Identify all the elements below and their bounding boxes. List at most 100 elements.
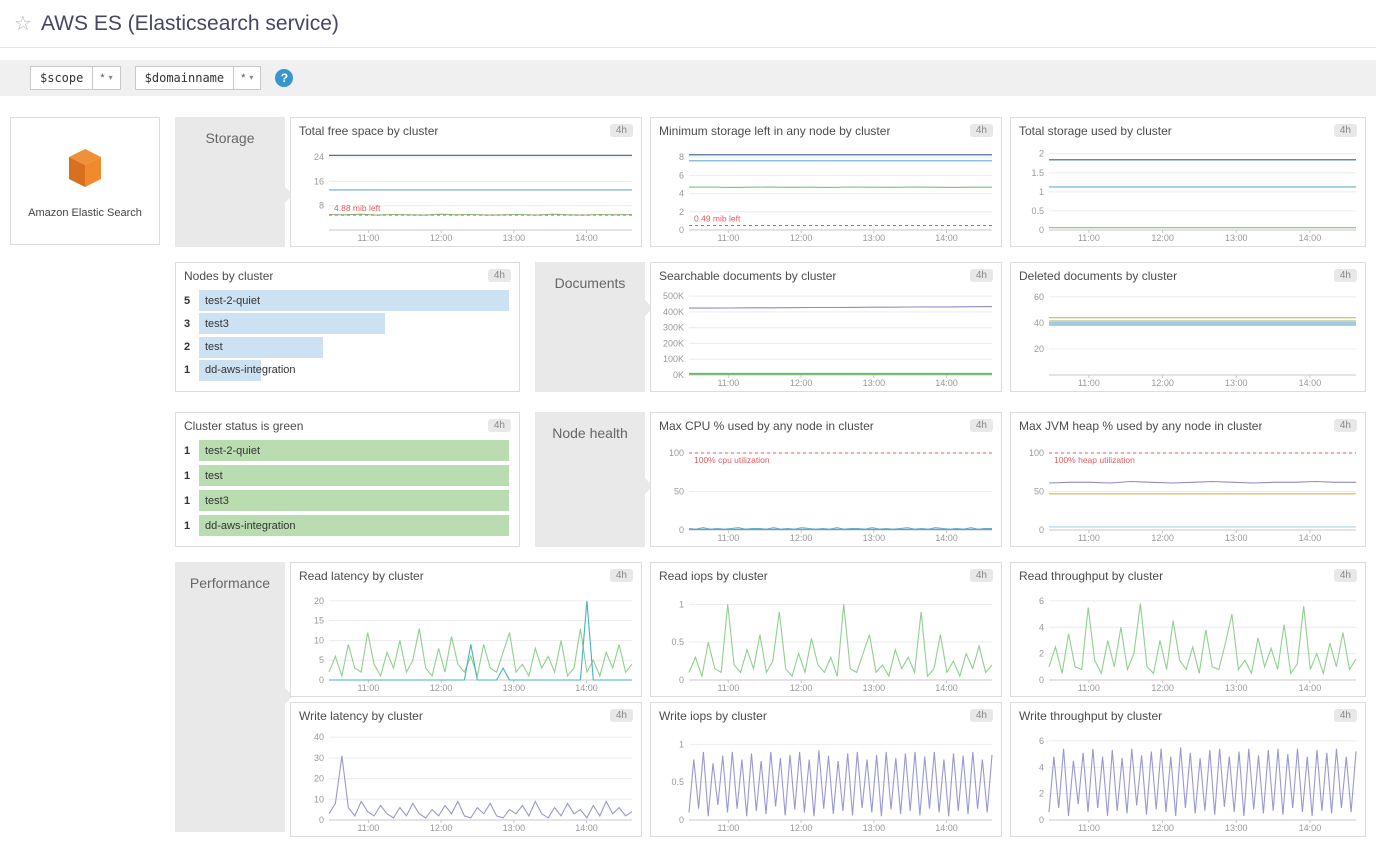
chart-plot-area[interactable]: 8162411:0012:0013:0014:004.88 mib left (295, 142, 637, 243)
toplist-row[interactable]: 2test (184, 337, 509, 358)
toplist-label: dd-aws-integration (205, 364, 296, 376)
template-var-domainname-name[interactable]: $domainname (135, 66, 234, 90)
chart-plot-area[interactable]: 20406011:0012:0013:0014:00 (1015, 287, 1361, 388)
svg-text:14:00: 14:00 (1299, 823, 1322, 833)
time-range-badge: 4h (970, 419, 993, 432)
time-range-badge: 4h (1334, 709, 1357, 722)
template-var-scope-dropdown[interactable]: * ▾ (93, 66, 120, 90)
svg-text:0: 0 (1039, 525, 1044, 535)
svg-text:2: 2 (1039, 789, 1044, 799)
toplist-bar-track: test (199, 337, 509, 358)
toplist-value: 1 (184, 520, 199, 532)
toplist-row[interactable]: 3 test3 (184, 313, 509, 334)
template-var-domainname-dropdown[interactable]: * ▾ (234, 66, 261, 90)
svg-text:8: 8 (679, 152, 684, 162)
toplist-label: test-2-quiet (205, 445, 260, 457)
svg-text:200K: 200K (663, 338, 684, 348)
favorite-star-icon[interactable]: ☆ (14, 11, 32, 36)
toplist-row[interactable]: 5test-2-quiet (184, 290, 509, 311)
time-range-badge: 4h (610, 124, 633, 137)
chart-plot-area[interactable]: 00.5111:0012:0013:0014:00 (655, 727, 997, 833)
chart-plot-area[interactable]: 01020304011:0012:0013:0014:00 (295, 727, 637, 833)
toplist-area[interactable]: 5test-2-quiet 3 test3 2test1dd-aws-integrat… (184, 290, 509, 381)
chart-title: Total free space by cluster (299, 124, 438, 138)
time-range-badge: 4h (970, 569, 993, 582)
chart-title: Read iops by cluster (659, 569, 768, 583)
toplist-row[interactable]: 1test-2-quiet (184, 440, 509, 461)
group-label-text: Node health (535, 425, 645, 441)
toplist-value: 1 (184, 470, 199, 482)
svg-text:20: 20 (314, 774, 324, 784)
chart-plot-area[interactable]: 05010011:0012:0013:0014:00100% cpu utili… (655, 437, 997, 543)
svg-text:13:00: 13:00 (503, 823, 526, 833)
chart-write-throughput: Write throughput by cluster4h 024611:001… (1010, 702, 1366, 837)
svg-text:0: 0 (1039, 675, 1044, 685)
time-range-badge: 4h (1334, 569, 1357, 582)
toplist-row[interactable]: 1test (184, 465, 509, 486)
toplist-value: 1 (184, 495, 199, 507)
svg-text:0.5: 0.5 (1031, 206, 1044, 216)
timeseries-svg: 05010011:0012:0013:0014:00100% cpu utili… (655, 437, 997, 543)
time-range-badge: 4h (1334, 124, 1357, 137)
chart-plot-area[interactable]: 0246811:0012:0013:0014:000.49 mib left (655, 142, 997, 243)
svg-text:12:00: 12:00 (790, 378, 813, 388)
group-label-documents: Documents (535, 262, 645, 392)
svg-text:2: 2 (1039, 149, 1044, 159)
chart-plot-area[interactable]: 0510152011:0012:0013:0014:00 (295, 587, 637, 693)
chart-cluster-status-green: Cluster status is green4h 1test-2-quiet1… (175, 412, 520, 547)
toplist-value: 2 (184, 341, 199, 353)
chart-plot-area[interactable]: 00.5111:0012:0013:0014:00 (655, 587, 997, 693)
dashboard-header: ☆ AWS ES (Elasticsearch service) (0, 0, 1376, 48)
svg-text:11:00: 11:00 (717, 683, 739, 693)
svg-text:14:00: 14:00 (1299, 378, 1322, 388)
toplist-row[interactable]: 1dd-aws-integration (184, 360, 509, 381)
toplist-bar-track: dd-aws-integration (199, 360, 509, 381)
svg-text:0.5: 0.5 (671, 777, 684, 787)
svg-text:13:00: 13:00 (863, 683, 886, 693)
template-var-domainname-value: * (241, 71, 245, 85)
toplist-area[interactable]: 1test-2-quiet1test1test31dd-aws-integrat… (184, 440, 509, 536)
svg-text:2: 2 (1039, 649, 1044, 659)
svg-text:0.5: 0.5 (671, 637, 684, 647)
group-label-text: Storage (175, 130, 285, 146)
chart-min-storage-left: Minimum storage left in any node by clus… (650, 117, 1002, 247)
template-var-scope-name[interactable]: $scope (30, 66, 93, 90)
chart-title: Nodes by cluster (184, 269, 273, 283)
time-range-badge: 4h (970, 709, 993, 722)
toplist-row[interactable]: 1 dd-aws-integration (184, 515, 509, 536)
time-range-badge: 4h (970, 124, 993, 137)
timeseries-svg: 024611:0012:0013:0014:00 (1015, 727, 1361, 833)
help-icon[interactable]: ? (275, 69, 293, 87)
timeseries-svg: 20406011:0012:0013:0014:00 (1015, 287, 1361, 388)
svg-text:12:00: 12:00 (1151, 823, 1174, 833)
chart-plot-area[interactable]: 05010011:0012:0013:0014:00100% heap util… (1015, 437, 1361, 543)
chart-title: Cluster status is green (184, 419, 303, 433)
chart-plot-area[interactable]: 024611:0012:0013:0014:00 (1015, 587, 1361, 693)
chart-plot-area[interactable]: 0K100K200K300K400K500K11:0012:0013:0014:… (655, 287, 997, 388)
chart-write-iops: Write iops by cluster4h 00.5111:0012:001… (650, 702, 1002, 837)
toplist-bar-track: test3 (199, 490, 509, 511)
group-label-storage: Storage (175, 117, 285, 247)
time-range-badge: 4h (1334, 269, 1357, 282)
amazon-elasticsearch-label: Amazon Elastic Search (28, 207, 142, 219)
svg-text:13:00: 13:00 (863, 823, 886, 833)
template-variable-bar: $scope * ▾ $domainname * ▾ ? (0, 60, 1376, 96)
timeseries-svg: 024611:0012:0013:0014:00 (1015, 587, 1361, 693)
time-range-badge: 4h (610, 569, 633, 582)
time-range-badge: 4h (488, 419, 511, 432)
toplist-row[interactable]: 1test3 (184, 490, 509, 511)
chart-plot-area[interactable]: 00.511.5211:0012:0013:0014:00 (1015, 142, 1361, 243)
svg-text:12:00: 12:00 (790, 533, 813, 543)
template-var-scope: $scope * ▾ (30, 66, 121, 90)
toplist-label: dd-aws-integration (205, 520, 296, 532)
chart-plot-area[interactable]: 024611:0012:0013:0014:00 (1015, 727, 1361, 833)
svg-text:16: 16 (314, 176, 324, 186)
toplist-label: test3 (205, 318, 229, 330)
toplist-value: 3 (184, 318, 199, 330)
timeseries-svg: 00.5111:0012:0013:0014:00 (655, 587, 997, 693)
toplist-label: test-2-quiet (205, 295, 260, 307)
svg-text:11:00: 11:00 (1078, 823, 1100, 833)
chart-max-jvm-heap: Max JVM heap % used by any node in clust… (1010, 412, 1366, 547)
svg-text:12:00: 12:00 (430, 823, 453, 833)
svg-text:13:00: 13:00 (1225, 823, 1248, 833)
